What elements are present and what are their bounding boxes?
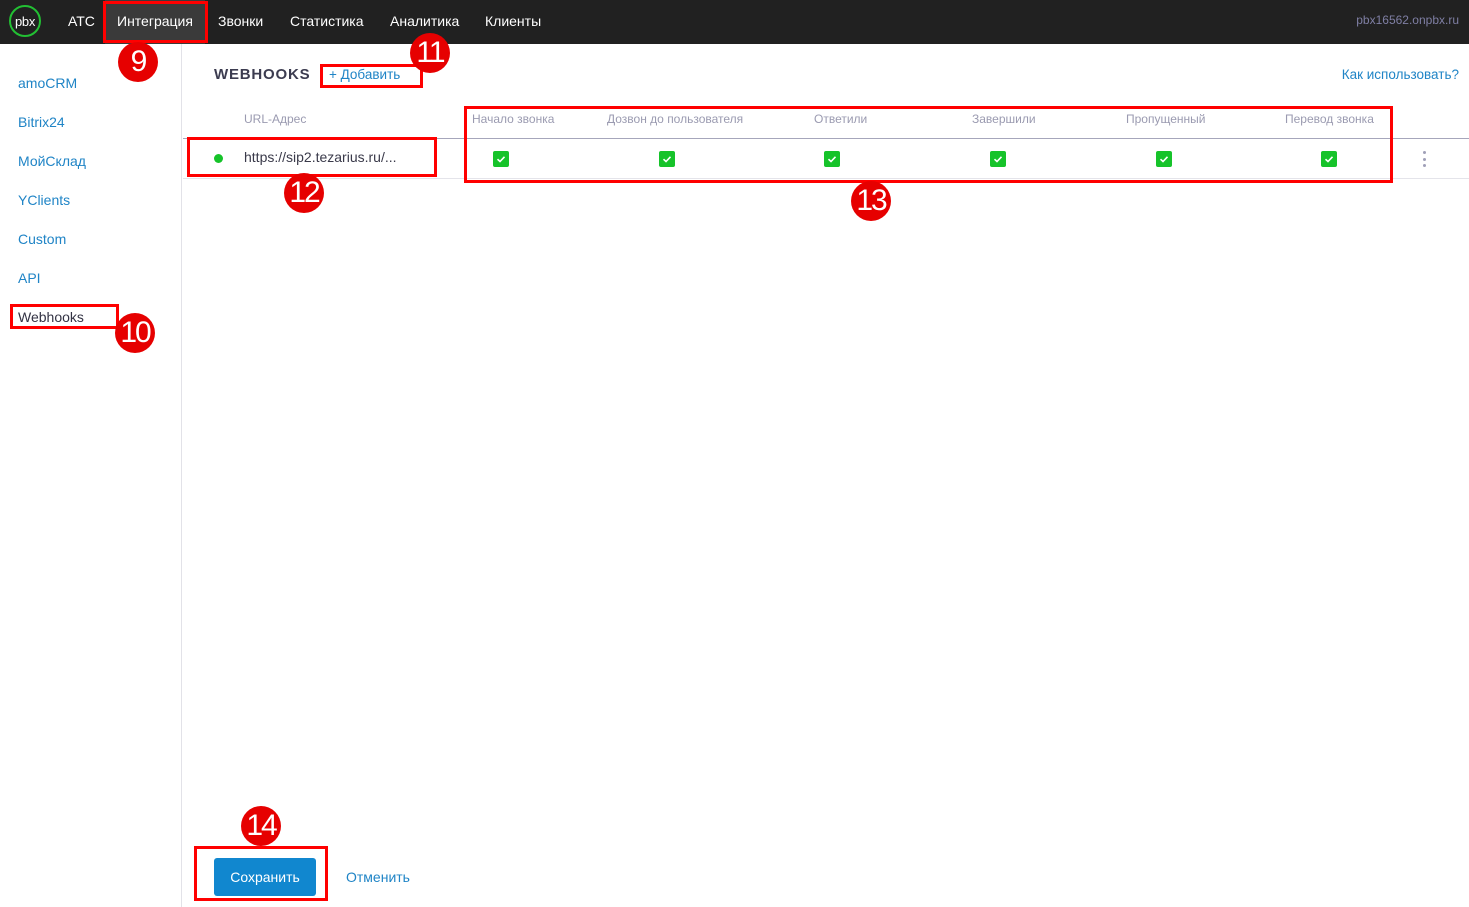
sidebar-item-webhooks[interactable]: Webhooks (18, 309, 84, 325)
nav-item-calls[interactable]: Звонки (206, 0, 275, 44)
nav-item-ats[interactable]: АТС (56, 0, 107, 44)
row-divider (183, 178, 1469, 179)
more-options-icon[interactable] (1416, 148, 1432, 170)
column-header-missed: Пропущенный (1126, 112, 1206, 126)
add-webhook-button[interactable]: + Добавить (329, 67, 400, 82)
webhooks-panel: WEBHOOKS + Добавить Как использовать? UR… (183, 44, 1469, 907)
nav-item-integration[interactable]: Интеграция (105, 0, 205, 44)
check-icon (827, 156, 837, 163)
column-header-call-transfer: Перевод звонка (1285, 112, 1374, 126)
checkbox-call-transfer[interactable] (1321, 151, 1337, 167)
save-button[interactable]: Сохранить (214, 858, 316, 896)
header-divider (183, 138, 1469, 139)
column-header-call-start: Начало звонка (472, 112, 555, 126)
host-domain: pbx16562.onpbx.ru (1356, 13, 1459, 27)
page-title: WEBHOOKS (214, 66, 311, 83)
checkbox-answered[interactable] (824, 151, 840, 167)
how-to-use-link[interactable]: Как использовать? (1342, 67, 1459, 82)
check-icon (496, 156, 506, 163)
column-header-answered: Ответили (814, 112, 868, 126)
checkbox-missed[interactable] (1156, 151, 1172, 167)
checkbox-completed[interactable] (990, 151, 1006, 167)
sidebar-item-amocrm[interactable]: amoCRM (18, 75, 77, 91)
sidebar-item-yclients[interactable]: YClients (18, 192, 70, 208)
column-header-url: URL-Адрес (244, 112, 307, 126)
column-header-dialing-user: Дозвон до пользователя (607, 112, 744, 126)
status-active-icon (214, 154, 223, 163)
checkbox-call-start[interactable] (493, 151, 509, 167)
check-icon (1159, 156, 1169, 163)
pbx-logo[interactable]: pbx (9, 5, 41, 37)
sidebar-item-api[interactable]: API (18, 270, 41, 286)
integration-sidebar: amoCRM Bitrix24 МойСклад YClients Custom… (0, 44, 182, 907)
checkbox-dialing-user[interactable] (659, 151, 675, 167)
cancel-button[interactable]: Отменить (346, 869, 410, 885)
check-icon (662, 156, 672, 163)
column-header-completed: Завершили (972, 112, 1036, 126)
sidebar-item-custom[interactable]: Custom (18, 231, 66, 247)
nav-item-clients[interactable]: Клиенты (473, 0, 553, 44)
nav-item-analytics[interactable]: Аналитика (378, 0, 471, 44)
top-navigation-bar: pbx АТС Интеграция Звонки Статистика Ана… (0, 0, 1469, 44)
webhook-url[interactable]: https://sip2.tezarius.ru/... (244, 149, 397, 165)
check-icon (993, 156, 1003, 163)
check-icon (1324, 156, 1334, 163)
sidebar-item-moysklad[interactable]: МойСклад (18, 153, 86, 169)
sidebar-item-bitrix24[interactable]: Bitrix24 (18, 114, 65, 130)
nav-item-statistics[interactable]: Статистика (278, 0, 376, 44)
